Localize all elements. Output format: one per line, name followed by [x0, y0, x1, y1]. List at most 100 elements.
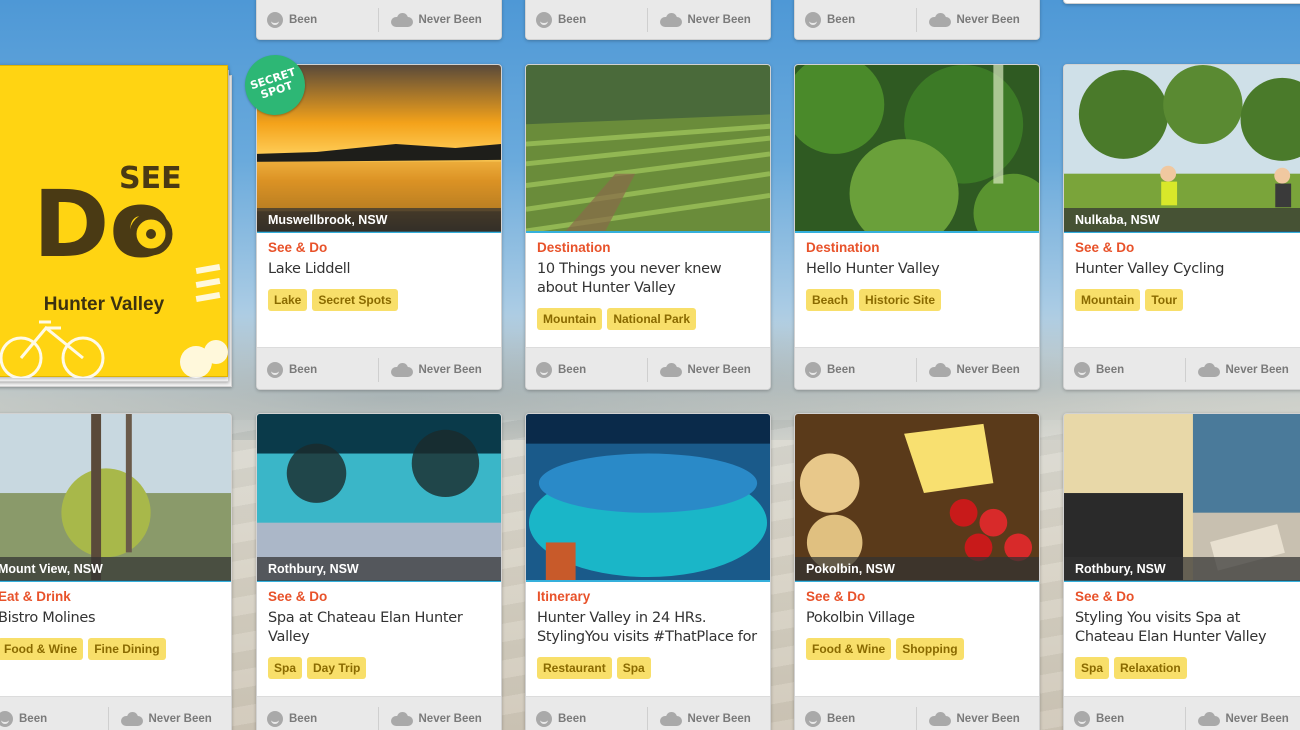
never-been-button[interactable]: Never Been: [646, 357, 771, 382]
tag[interactable]: Beach: [806, 289, 855, 311]
never-been-button[interactable]: Never Been: [377, 7, 502, 32]
tag[interactable]: Spa: [268, 657, 303, 679]
never-been-button[interactable]: Never Been: [915, 7, 1040, 32]
been-label: Been: [558, 712, 587, 725]
never-been-label: Never Been: [418, 712, 482, 725]
card-actions: Been Never Been: [257, 696, 501, 730]
card-title[interactable]: 10 Things you never knew about Hunter Va…: [537, 260, 763, 298]
card-stub-4[interactable]: [1063, 0, 1300, 4]
card-stub-2[interactable]: Been Never Been: [525, 0, 771, 40]
tag[interactable]: Fine Dining: [88, 638, 166, 660]
card-actions: Been Never Been: [795, 0, 1040, 39]
tag[interactable]: Food & Wine: [806, 638, 892, 660]
tag[interactable]: Lake: [268, 289, 308, 311]
been-button[interactable]: Been: [0, 697, 108, 730]
card-title[interactable]: Hunter Valley Cycling: [1075, 260, 1300, 279]
card-actions: Been Never Been: [0, 696, 231, 730]
tag[interactable]: Tour: [1145, 289, 1184, 311]
never-been-label: Never Been: [1225, 712, 1289, 725]
smile-icon: [1074, 361, 1090, 378]
been-button[interactable]: Been: [526, 348, 647, 389]
been-button[interactable]: Been: [257, 697, 378, 730]
tag[interactable]: Historic Site: [859, 289, 942, 311]
card-title[interactable]: Spa at Chateau Elan Hunter Valley: [268, 609, 494, 647]
never-been-label: Never Been: [148, 712, 212, 725]
tag[interactable]: National Park: [607, 308, 697, 330]
place-card[interactable]: Rothbury, NSW See & Do Styling You visit…: [1063, 413, 1300, 730]
category-label: See & Do: [1075, 240, 1135, 255]
been-button[interactable]: Been: [526, 0, 647, 39]
cloud-icon: [1197, 362, 1220, 377]
never-been-label: Never Been: [687, 13, 751, 26]
tag-list: Food & Wine Shopping: [806, 638, 964, 660]
been-label: Been: [827, 363, 856, 376]
place-card[interactable]: Nulkaba, NSW See & Do Hunter Valley Cycl…: [1063, 64, 1300, 390]
place-card[interactable]: Pokolbin, NSW See & Do Pokolbin Village …: [794, 413, 1040, 730]
tag-list: Spa Day Trip: [268, 657, 367, 679]
place-card[interactable]: Mount View, NSW Eat & Drink Bistro Molin…: [0, 413, 232, 730]
feature-card-stack[interactable]: SEE Do Hunter Valley: [0, 65, 240, 387]
never-been-button[interactable]: Never Been: [646, 706, 771, 730]
never-been-button[interactable]: Never Been: [377, 706, 502, 730]
feature-card[interactable]: SEE Do Hunter Valley: [0, 65, 228, 378]
tag[interactable]: Mountain: [1075, 289, 1141, 311]
card-title[interactable]: Pokolbin Village: [806, 609, 1032, 628]
tag[interactable]: Day Trip: [307, 657, 367, 679]
been-button[interactable]: Been: [257, 348, 378, 389]
category-label: See & Do: [268, 589, 328, 604]
place-card[interactable]: Destination 10 Things you never knew abo…: [525, 64, 771, 390]
place-card[interactable]: Itinerary Hunter Valley in 24 HRs. Styli…: [525, 413, 771, 730]
cloud-icon: [390, 711, 413, 726]
location-label: Pokolbin, NSW: [795, 557, 1039, 581]
smile-icon: [536, 361, 552, 378]
cloud-icon: [390, 12, 413, 27]
place-card[interactable]: Rothbury, NSW See & Do Spa at Chateau El…: [256, 413, 502, 730]
card-actions: Been Never Been: [526, 0, 771, 39]
card-title[interactable]: Styling You visits Spa at Chateau Elan H…: [1075, 609, 1300, 647]
card-title[interactable]: Bistro Molines: [0, 609, 224, 628]
location-label: Muswellbrook, NSW: [257, 208, 501, 232]
tag[interactable]: Mountain: [537, 308, 603, 330]
never-been-label: Never Been: [956, 712, 1020, 725]
smile-icon: [267, 361, 283, 378]
never-been-button[interactable]: Never Been: [1184, 357, 1300, 382]
been-button[interactable]: Been: [1064, 697, 1185, 730]
place-card[interactable]: Destination Hello Hunter Valley Beach Hi…: [794, 64, 1040, 390]
tag[interactable]: Spa: [616, 657, 651, 679]
card-stub-1[interactable]: Been Never Been: [256, 0, 502, 40]
cloud-icon: [390, 362, 413, 377]
tag[interactable]: Shopping: [896, 638, 964, 660]
place-card[interactable]: Muswellbrook, NSW See & Do Lake Liddell …: [256, 64, 502, 390]
been-button[interactable]: Been: [795, 697, 916, 730]
smile-icon: [1074, 710, 1090, 727]
been-label: Been: [289, 13, 318, 26]
never-been-button[interactable]: Never Been: [1184, 706, 1300, 730]
tag-list: Beach Historic Site: [806, 289, 942, 311]
tag[interactable]: Food & Wine: [0, 638, 84, 660]
tag-list: Food & Wine Fine Dining: [0, 638, 166, 660]
tag[interactable]: Relaxation: [1114, 657, 1187, 679]
card-title[interactable]: Lake Liddell: [268, 260, 494, 279]
never-been-button[interactable]: Never Been: [915, 706, 1040, 730]
been-button[interactable]: Been: [526, 697, 647, 730]
never-been-button[interactable]: Never Been: [915, 357, 1040, 382]
been-button[interactable]: Been: [795, 0, 916, 39]
card-title[interactable]: Hunter Valley in 24 HRs. StylingYou visi…: [537, 609, 763, 647]
card-stub-3[interactable]: Been Never Been: [794, 0, 1040, 40]
been-button[interactable]: Been: [1064, 348, 1185, 389]
smile-icon: [536, 11, 552, 28]
never-been-button[interactable]: Never Been: [646, 7, 771, 32]
never-been-button[interactable]: Never Been: [377, 357, 502, 382]
cloud-icon: [928, 12, 951, 27]
cloud-icon: [659, 362, 682, 377]
been-button[interactable]: Been: [795, 348, 916, 389]
never-been-button[interactable]: Never Been: [107, 706, 232, 730]
tag[interactable]: Spa: [1075, 657, 1110, 679]
tag[interactable]: Secret Spots: [312, 289, 398, 311]
tag[interactable]: Restaurant: [537, 657, 612, 679]
card-actions: Been Never Been: [526, 696, 770, 730]
been-button[interactable]: Been: [257, 0, 378, 39]
cloud-icon: [120, 711, 143, 726]
category-label: Itinerary: [537, 589, 591, 604]
card-title[interactable]: Hello Hunter Valley: [806, 260, 1032, 279]
